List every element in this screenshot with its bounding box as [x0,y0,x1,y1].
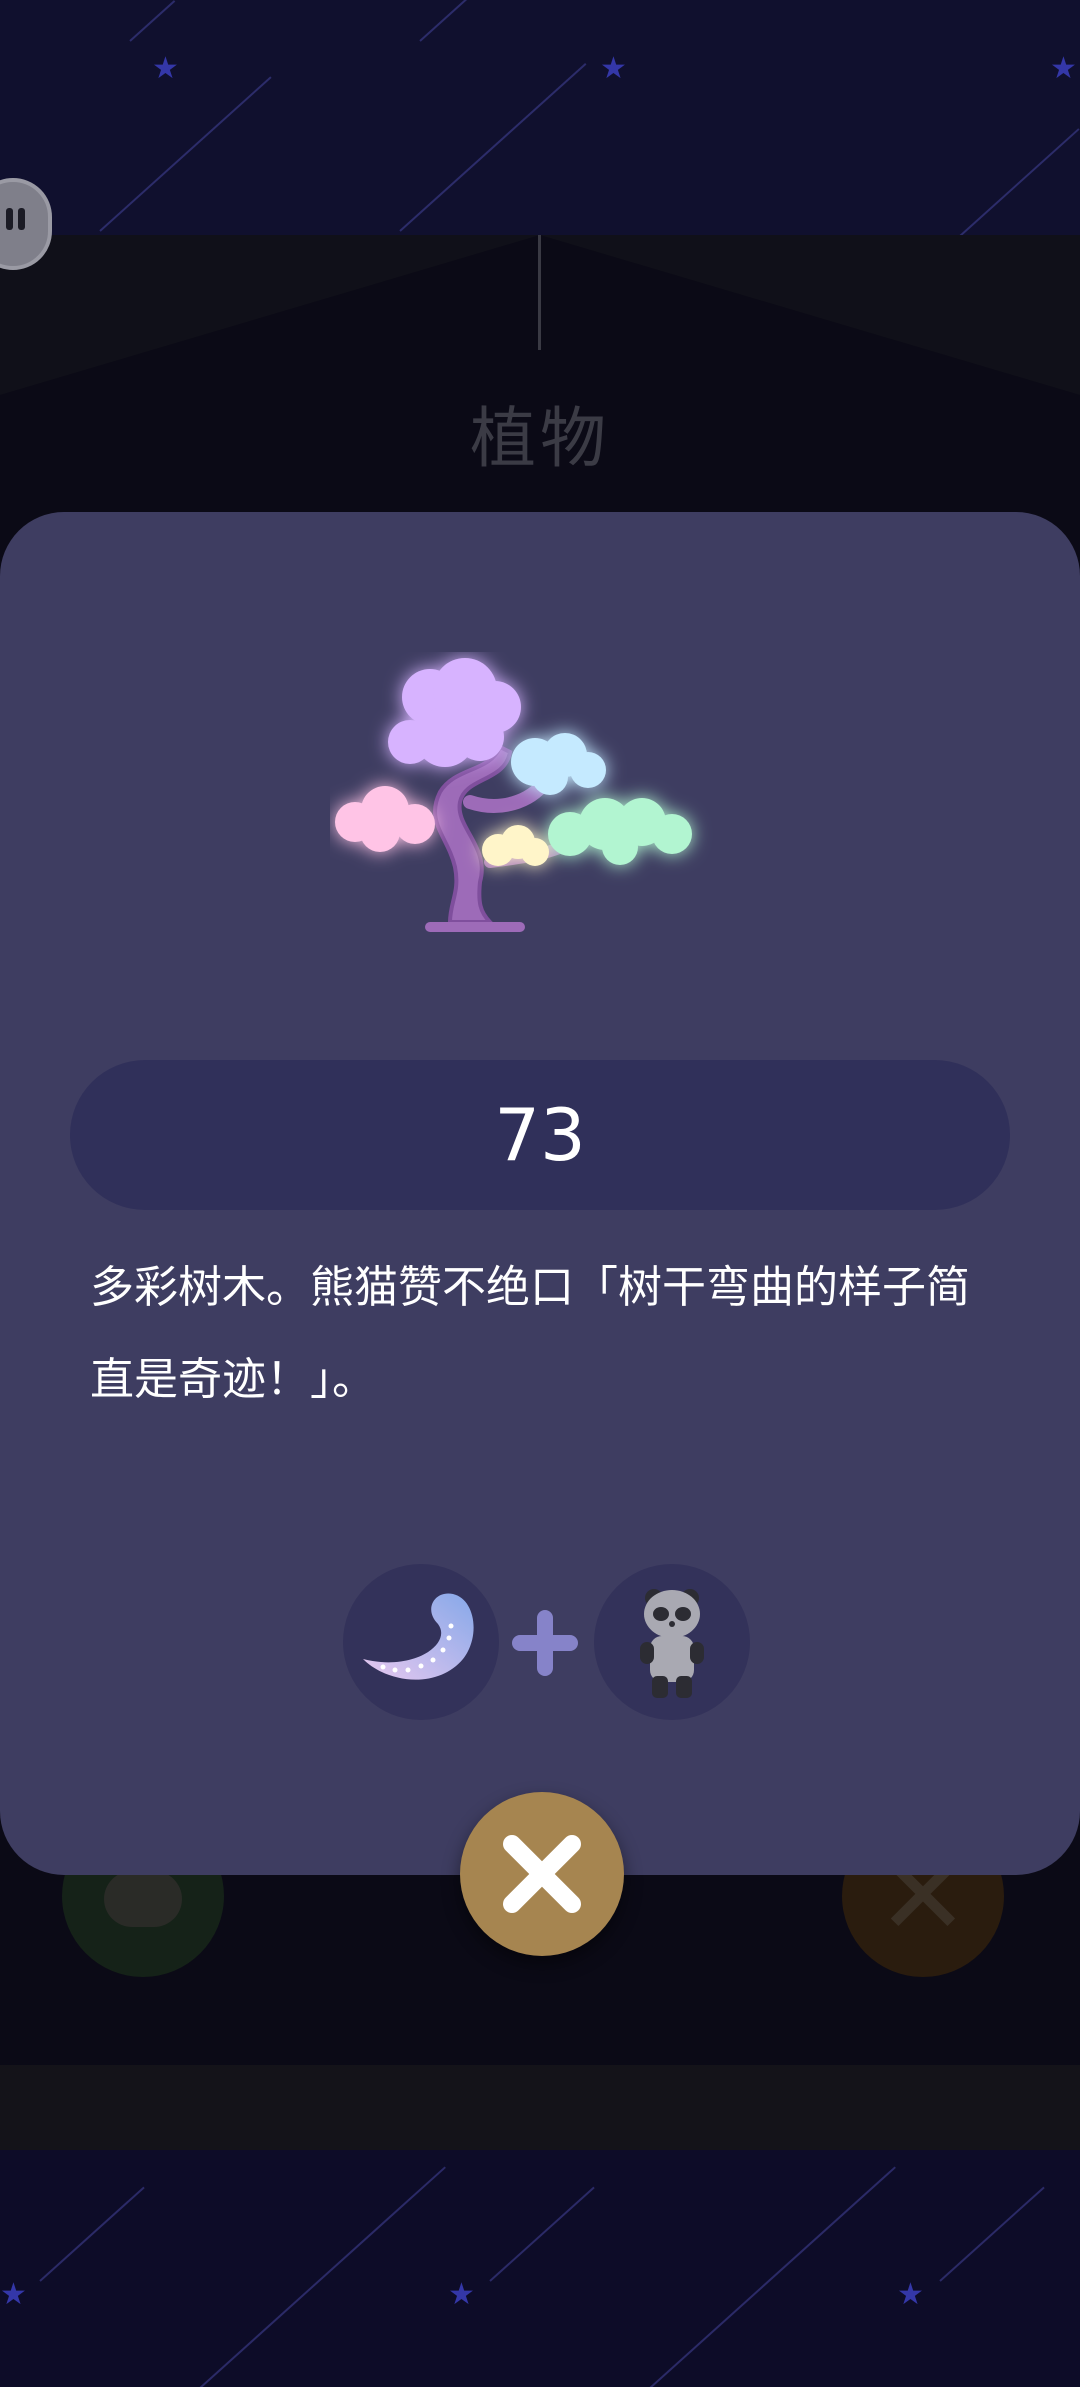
plus-icon [512,1610,578,1676]
star-icon: ★ [152,51,179,86]
close-icon [503,1835,581,1913]
colorful-tree-icon [335,658,692,932]
comet-tail-icon [363,1593,474,1680]
item-description: 多彩树木。熊猫赞不绝口「树干弯曲的样子简直是奇迹！」。 [90,1262,970,1405]
starry-sky-top: ★ ★ ★ [0,0,1080,237]
background-wedge [0,235,540,395]
dimmed-footer-band [0,2065,1080,2155]
ingredient-comet[interactable] [343,1564,499,1720]
star-icon: ★ [448,2277,475,2312]
app-screen: ★ ★ ★ 植物 ✕ ★ ★ ★ 73 多彩树木。熊猫赞不绝口「树干弯曲的样子简… [0,0,1080,2387]
star-icon: ★ [1050,51,1077,86]
close-button[interactable] [460,1792,624,1956]
category-title: 植物 [470,400,610,477]
panda-icon [640,1589,704,1698]
pause-icon [6,208,13,230]
starry-sky-bottom: ★ ★ ★ [0,2150,1080,2387]
background-wedge [540,235,1080,395]
star-icon: ★ [0,2277,27,2312]
star-icon: ★ [897,2277,924,2312]
item-detail-modal: 73 多彩树木。熊猫赞不绝口「树干弯曲的样子简直是奇迹！」。 [0,512,1080,1875]
ingredient-panda[interactable] [594,1564,750,1720]
header-divider [538,235,541,350]
star-icon: ★ [600,51,627,86]
item-value: 73 [70,1060,1010,1210]
